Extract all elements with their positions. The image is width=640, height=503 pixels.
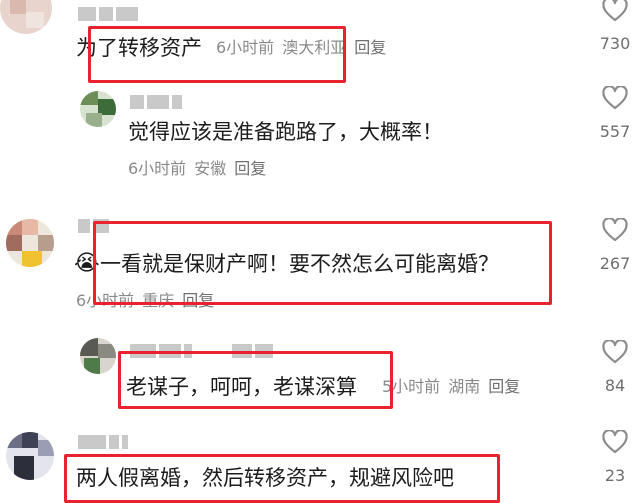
heart-outline-icon <box>602 218 628 242</box>
avatar[interactable] <box>80 338 116 374</box>
comment-time: 6小时前 <box>128 159 187 178</box>
like-count: 84 <box>604 376 626 395</box>
heart-outline-icon <box>602 86 628 110</box>
reply-button[interactable]: 回复 <box>488 377 520 396</box>
like-button[interactable]: 84 <box>590 340 640 396</box>
comment-location: 安徽 <box>194 159 227 178</box>
comment-meta: 6小时前 安徽 回复 <box>128 158 266 180</box>
like-button[interactable]: 557 <box>590 86 640 142</box>
username-blurred[interactable] <box>130 94 185 109</box>
like-button[interactable]: 267 <box>590 218 640 274</box>
highlight-box <box>93 221 552 305</box>
reply-button[interactable]: 回复 <box>354 38 386 57</box>
like-count: 730 <box>599 34 631 53</box>
highlight-box <box>118 351 393 409</box>
comment-text: 觉得应该是准备跑路了，大概率！ <box>128 120 443 144</box>
highlight-box <box>64 454 500 503</box>
comment-location: 湖南 <box>448 377 481 396</box>
heart-outline-icon <box>602 0 628 22</box>
avatar[interactable] <box>6 219 54 267</box>
like-count: 267 <box>599 254 631 273</box>
like-count: 23 <box>604 466 626 485</box>
like-button[interactable]: 23 <box>590 430 640 486</box>
heart-outline-icon <box>602 340 628 364</box>
like-count: 557 <box>599 122 631 141</box>
comment-meta: 5小时前 湖南 回复 <box>382 376 520 398</box>
username-blurred[interactable] <box>78 434 131 449</box>
highlight-box <box>88 26 346 83</box>
avatar[interactable] <box>6 432 54 480</box>
avatar[interactable] <box>0 0 52 34</box>
avatar[interactable] <box>80 91 116 127</box>
username-blurred[interactable] <box>78 6 141 21</box>
reply-button[interactable]: 回复 <box>234 159 266 178</box>
heart-outline-icon <box>602 430 628 454</box>
like-button[interactable]: 730 <box>590 0 640 54</box>
